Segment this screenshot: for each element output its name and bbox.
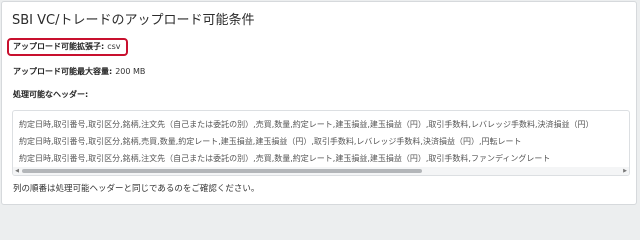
column-order-note: 列の順番は処理可能ヘッダーと同じであるのをご確認ください。 — [13, 184, 260, 194]
headers-row: 処理可能なヘッダー: — [13, 89, 88, 101]
scroll-left-icon[interactable]: ◀ — [13, 167, 21, 175]
headers-scroll-area[interactable]: 約定日時,取引番号,取引区分,銘柄,注文先（自己または委託の別）,売買,数量,約… — [12, 110, 630, 176]
extension-highlight-box — [7, 38, 128, 56]
headers-label: 処理可能なヘッダー: — [13, 90, 89, 99]
max-size-label: アップロード可能最大容量: — [13, 67, 113, 76]
upload-conditions-dialog: SBI VC/トレードのアップロード可能条件 アップロード可能拡張子: csv ア… — [1, 1, 637, 205]
header-line-1: 約定日時,取引番号,取引区分,銘柄,注文先（自己または委託の別）,売買,数量,約… — [19, 120, 594, 129]
horizontal-scrollbar[interactable]: ◀ ▶ — [13, 167, 629, 175]
header-line-3: 約定日時,取引番号,取引区分,銘柄,注文先（自己または委託の別）,売買,数量,約… — [19, 154, 551, 163]
max-size-row: アップロード可能最大容量: 200 MB — [13, 66, 145, 78]
scroll-right-icon[interactable]: ▶ — [621, 167, 629, 175]
scrollbar-thumb[interactable] — [22, 169, 422, 173]
dialog-title: SBI VC/トレードのアップロード可能条件 — [12, 13, 255, 28]
header-line-2: 約定日時,取引番号,取引区分,銘柄,売買,数量,約定レート,建玉損益,建玉損益（… — [19, 137, 522, 146]
max-size-value: 200 MB — [115, 67, 146, 76]
